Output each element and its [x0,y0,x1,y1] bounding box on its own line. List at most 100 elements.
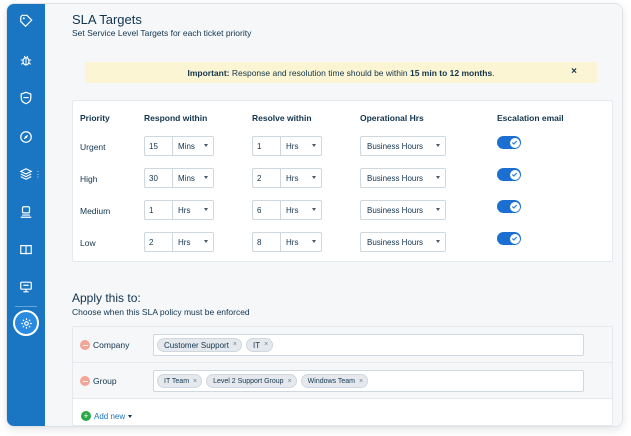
tag: IT × [246,338,274,352]
sidebar: ⋮ [7,4,45,426]
operational-hrs-select[interactable]: Business Hours [360,136,446,156]
tag-label: IT Team [164,377,190,385]
apply-conditions: Company Customer Support × IT × Group IT T… [72,326,613,426]
apply-subtitle: Choose when this SLA policy must be enfo… [72,307,250,317]
operational-hrs-select[interactable]: Business Hours [360,232,446,252]
resolve-unit-value: Hrs [286,238,299,247]
compass-icon[interactable] [7,122,45,152]
app-window: ⋮ SLA Targets Set Service Level Targets … [7,4,622,426]
escalation-toggle[interactable] [497,168,521,181]
respond-unit-select[interactable]: Hrs [172,200,214,220]
resolve-unit-select[interactable]: Hrs [280,232,322,252]
resolve-value-input[interactable]: 1 [252,136,280,156]
priority-label: High [80,174,98,184]
caret-down-icon [204,240,208,243]
close-icon[interactable]: × [264,341,268,351]
tag: Customer Support × [157,338,243,352]
close-icon[interactable]: × [288,378,292,388]
tag: Windows Team × [300,374,369,388]
tag: IT Team × [157,374,203,388]
group-tag-input[interactable]: IT Team × Level 2 Support Group × Windows … [153,370,584,392]
operational-hrs-value: Business Hours [367,238,424,247]
apply-title: Apply this to: [72,291,141,305]
resolve-unit-select[interactable]: Hrs [280,168,322,188]
escalation-toggle[interactable] [497,200,521,213]
resolve-value-input[interactable]: 8 [252,232,280,252]
header-operational-hrs: Operational Hrs [360,113,424,123]
gear-icon[interactable] [13,310,39,336]
condition-row-group: Group IT Team × Level 2 Support Group × Wi… [73,363,612,399]
respond-value-input[interactable]: 15 [144,136,172,156]
tag-label: Windows Team [307,377,355,385]
respond-unit-select[interactable]: Mins [172,168,214,188]
escalation-toggle[interactable] [497,232,521,245]
check-icon [511,172,518,177]
resolve-value-input[interactable]: 2 [252,168,280,188]
priority-label: Medium [80,206,111,216]
more-dots-icon: ⋮ [34,170,42,179]
tag-icon[interactable] [7,6,45,36]
respond-unit-value: Mins [178,142,195,151]
escalation-toggle[interactable] [497,136,521,149]
caret-down-icon [204,176,208,179]
banner-text: Response and resolution time should be w… [229,67,410,78]
toggle-knob [509,201,520,212]
person-icon[interactable] [7,197,45,227]
condition-label: Company [93,340,130,350]
resolve-unit-select[interactable]: Hrs [280,136,322,156]
add-new-button[interactable]: + Add new [81,411,133,421]
toggle-knob [509,169,520,180]
resolve-value-input[interactable]: 6 [252,200,280,220]
sla-targets-table: Priority Respond within Resolve within O… [72,100,613,262]
resolve-unit-value: Hrs [286,142,299,151]
remove-condition-icon[interactable] [80,376,90,386]
header-escalation: Escalation email [497,113,564,123]
check-icon [511,140,518,145]
close-icon[interactable]: × [571,66,577,77]
header-respond: Respond within [144,113,208,123]
resolve-unit-select[interactable]: Hrs [280,200,322,220]
condition-row-company: Company Customer Support × IT × [73,327,612,363]
operational-hrs-value: Business Hours [367,174,424,183]
header-priority: Priority [80,113,110,123]
layers-icon[interactable]: ⋮ [7,159,45,189]
operational-hrs-value: Business Hours [367,142,424,151]
caret-down-icon [436,240,440,243]
resolve-unit-value: Hrs [286,206,299,215]
close-icon[interactable]: × [233,341,237,351]
respond-value-input[interactable]: 30 [144,168,172,188]
close-icon[interactable]: × [193,378,197,388]
operational-hrs-select[interactable]: Business Hours [360,168,446,188]
toggle-knob [509,137,520,148]
important-banner: Important: Response and resolution time … [85,62,597,83]
page-subtitle: Set Service Level Targets for each ticke… [72,28,252,38]
caret-down-icon [128,414,133,418]
caret-down-icon [312,144,316,147]
book-icon[interactable] [7,235,45,265]
respond-value-input[interactable]: 2 [144,232,172,252]
resolve-unit-value: Hrs [286,174,299,183]
operational-hrs-select[interactable]: Business Hours [360,200,446,220]
tag-label: Level 2 Support Group [213,377,284,385]
respond-unit-select[interactable]: Hrs [172,232,214,252]
company-tag-input[interactable]: Customer Support × IT × [153,334,584,356]
caret-down-icon [436,208,440,211]
plus-icon: + [81,411,91,421]
caret-down-icon [204,144,208,147]
monitor-icon[interactable] [7,272,45,302]
condition-label: Group [93,376,117,386]
close-icon[interactable]: × [359,378,363,388]
remove-condition-icon[interactable] [80,340,90,350]
main-content: SLA Targets Set Service Level Targets fo… [45,4,622,426]
add-new-label: Add new [94,411,126,421]
sidebar-divider [15,306,37,307]
tag-label: IT [253,341,261,350]
bug-icon[interactable] [7,45,45,75]
respond-unit-value: Mins [178,174,195,183]
respond-value-input[interactable]: 1 [144,200,172,220]
caret-down-icon [204,208,208,211]
caret-down-icon [436,176,440,179]
shield-icon[interactable] [7,83,45,113]
tag-list: IT Team × Level 2 Support Group × Windows … [157,374,369,388]
respond-unit-select[interactable]: Mins [172,136,214,156]
